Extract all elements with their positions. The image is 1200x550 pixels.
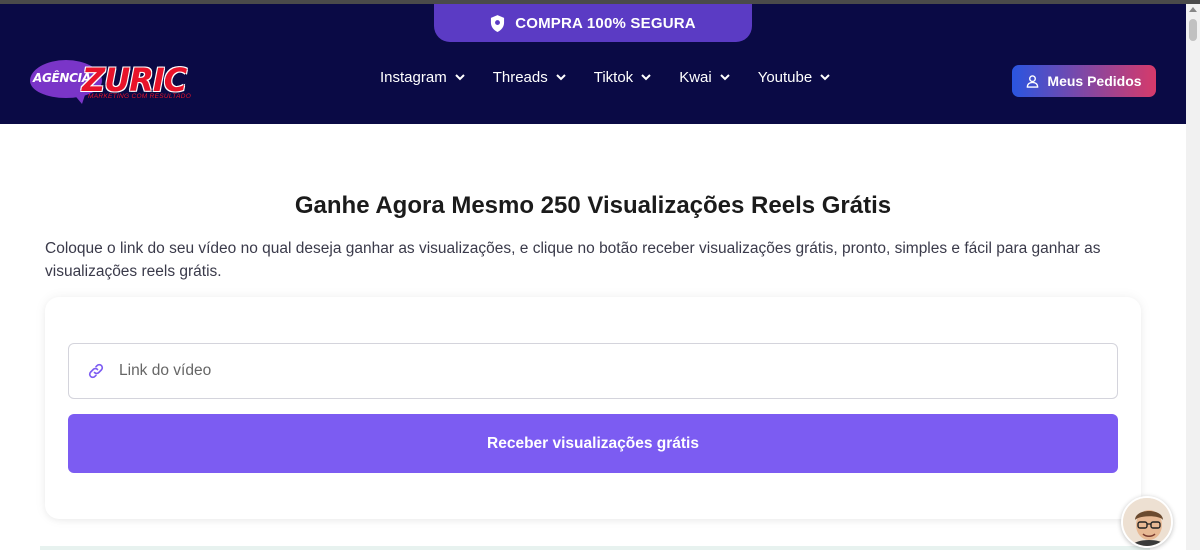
site-header: COMPRA 100% SEGURA AGÊNCIA ZURIC MARKETI… (0, 4, 1186, 124)
agency-logo[interactable]: AGÊNCIA ZURIC MARKETING COM RESULTADO (30, 56, 202, 106)
person-face-icon (1123, 498, 1171, 546)
main-nav: Instagram Threads Tiktok Kwai Youtube (380, 69, 830, 86)
user-icon (1027, 74, 1039, 88)
link-icon (88, 363, 104, 379)
video-link-input[interactable] (119, 351, 1099, 391)
nav-item-label: Youtube (757, 69, 813, 86)
logo-tagline: MARKETING COM RESULTADO (88, 93, 192, 100)
nav-item-kwai[interactable]: Kwai (679, 69, 730, 86)
nav-item-label: Threads (492, 69, 548, 86)
chevron-down-icon (454, 74, 465, 81)
scroll-up-icon[interactable] (1189, 7, 1197, 12)
nav-item-tiktok[interactable]: Tiktok (594, 69, 651, 86)
scrollbar-thumb[interactable] (1189, 19, 1197, 41)
secure-purchase-text: COMPRA 100% SEGURA (515, 14, 696, 32)
nav-item-instagram[interactable]: Instagram (380, 69, 465, 86)
chevron-down-icon (820, 74, 830, 81)
nav-item-label: Instagram (380, 69, 447, 86)
nav-item-label: Kwai (679, 69, 712, 86)
nav-item-threads[interactable]: Threads (493, 69, 566, 86)
my-orders-label: Meus Pedidos (1047, 73, 1142, 89)
page-scrollbar[interactable] (1186, 4, 1200, 550)
shield-icon (491, 14, 505, 32)
nav-item-label: Tiktok (593, 69, 634, 86)
chevron-down-icon (641, 74, 651, 81)
next-section-edge (40, 546, 1150, 550)
support-chat-avatar[interactable] (1121, 496, 1173, 548)
page-title: Ganhe Agora Mesmo 250 Visualizações Reel… (294, 192, 892, 219)
my-orders-button[interactable]: Meus Pedidos (1012, 65, 1156, 97)
chevron-down-icon (556, 74, 566, 81)
nav-item-youtube[interactable]: Youtube (758, 69, 831, 86)
page-description: Coloque o link do seu vídeo no qual dese… (45, 240, 1101, 280)
chevron-down-icon (719, 74, 730, 81)
link-form-card: Receber visualizações grátis (45, 297, 1141, 519)
video-link-field[interactable] (68, 343, 1118, 399)
get-free-views-button[interactable]: Receber visualizações grátis (68, 414, 1118, 473)
secure-purchase-banner: COMPRA 100% SEGURA (434, 4, 752, 42)
